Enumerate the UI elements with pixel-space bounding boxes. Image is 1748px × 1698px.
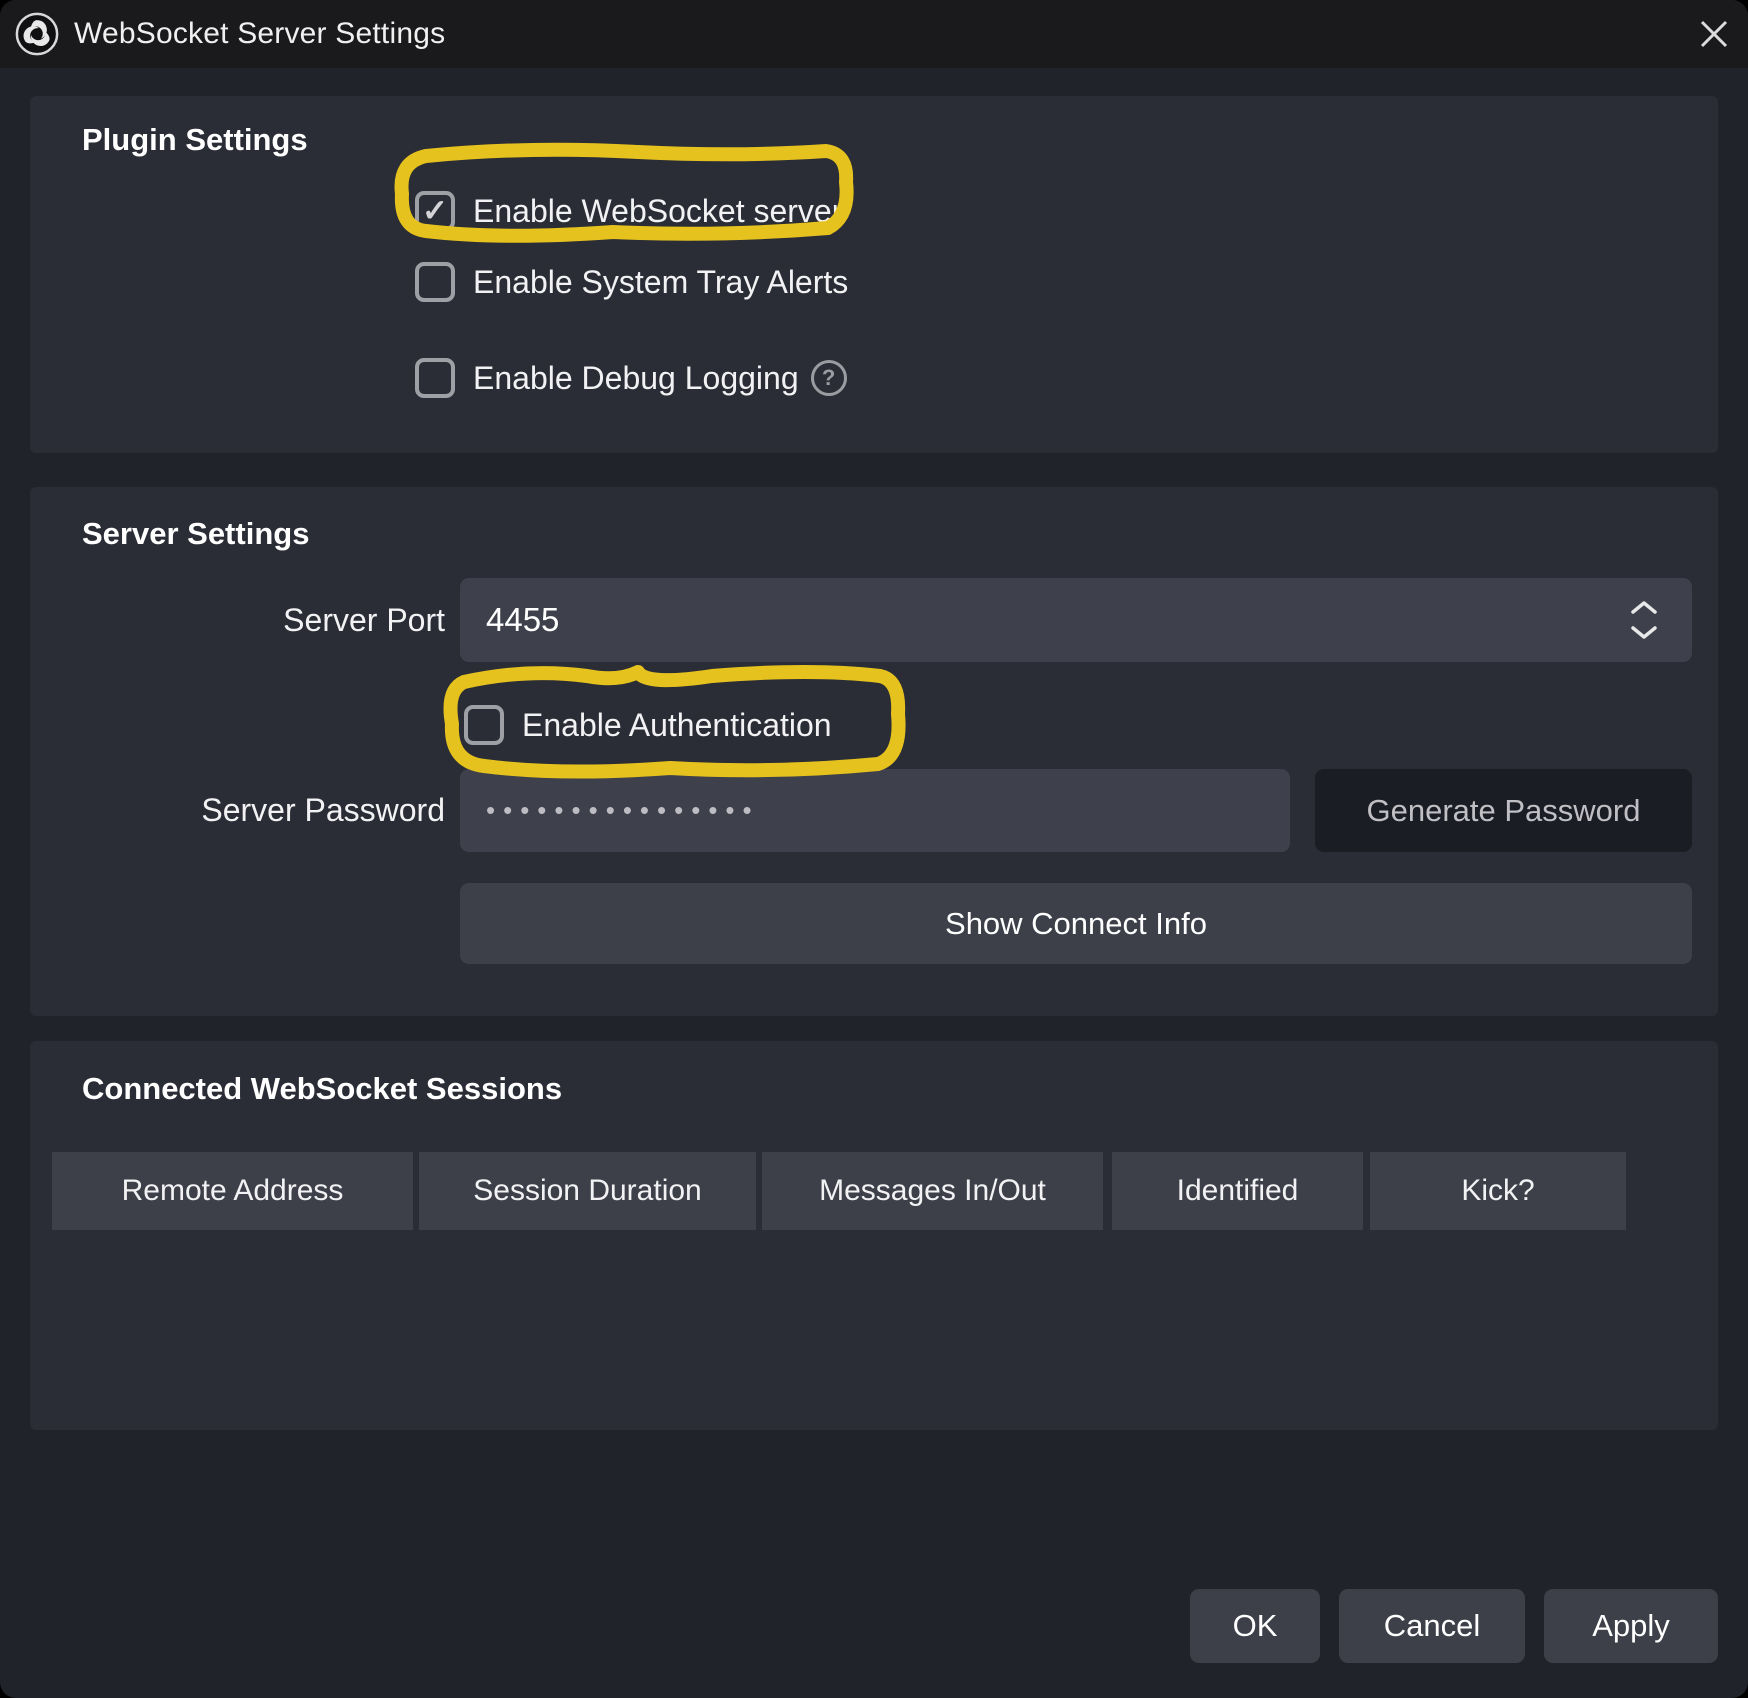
enable-system-tray-alerts-checkbox-row[interactable]: Enable System Tray Alerts <box>415 262 848 302</box>
column-header-messages-in-out[interactable]: Messages In/Out <box>762 1152 1103 1230</box>
enable-debug-logging-label: Enable Debug Logging <box>473 360 799 397</box>
server-port-spinbox[interactable]: 4455 <box>460 578 1692 662</box>
enable-authentication-label: Enable Authentication <box>522 707 832 744</box>
column-header-kick[interactable]: Kick? <box>1370 1152 1626 1230</box>
close-icon <box>1696 16 1732 52</box>
column-header-session-duration[interactable]: Session Duration <box>419 1152 756 1230</box>
enable-system-tray-alerts-label: Enable System Tray Alerts <box>473 264 848 301</box>
server-settings-title: Server Settings <box>82 516 309 552</box>
checkbox-checked[interactable]: ✓ <box>415 191 455 231</box>
help-icon[interactable]: ? <box>811 360 847 396</box>
password-masked-value: •••••••••••••••• <box>460 795 760 826</box>
obs-logo-icon <box>14 11 60 57</box>
checkbox-unchecked[interactable] <box>415 262 455 302</box>
sessions-title: Connected WebSocket Sessions <box>82 1071 562 1107</box>
show-connect-info-button[interactable]: Show Connect Info <box>460 883 1692 964</box>
server-password-input[interactable]: •••••••••••••••• <box>460 769 1290 852</box>
checkbox-unchecked[interactable] <box>464 705 504 745</box>
check-icon: ✓ <box>422 195 448 226</box>
ok-button[interactable]: OK <box>1190 1589 1320 1663</box>
port-spin-controls <box>1622 578 1666 662</box>
chevron-up-icon[interactable] <box>1630 600 1658 615</box>
column-header-remote-address[interactable]: Remote Address <box>52 1152 413 1230</box>
plugin-settings-title: Plugin Settings <box>82 122 308 158</box>
help-glyph: ? <box>822 365 835 391</box>
generate-password-button[interactable]: Generate Password <box>1315 769 1692 852</box>
column-header-identified[interactable]: Identified <box>1112 1152 1363 1230</box>
sessions-table-body-empty <box>52 1242 1626 1407</box>
plugin-settings-group: Plugin Settings <box>30 96 1718 453</box>
close-button[interactable] <box>1688 8 1740 60</box>
window-title: WebSocket Server Settings <box>74 0 445 68</box>
apply-button[interactable]: Apply <box>1544 1589 1718 1663</box>
enable-debug-logging-checkbox-row[interactable]: Enable Debug Logging ? <box>415 358 847 398</box>
server-port-label: Server Port <box>120 602 445 639</box>
checkbox-unchecked[interactable] <box>415 358 455 398</box>
screen: { "window": { "title": "WebSocket Server… <box>0 0 1748 1698</box>
websocket-settings-dialog: WebSocket Server Settings Plugin Setting… <box>0 0 1748 1698</box>
titlebar[interactable]: WebSocket Server Settings <box>0 0 1748 68</box>
enable-websocket-server-checkbox-row[interactable]: ✓ Enable WebSocket server <box>415 191 842 231</box>
server-port-value: 4455 <box>460 601 559 639</box>
enable-websocket-server-label: Enable WebSocket server <box>473 193 842 230</box>
enable-authentication-checkbox-row[interactable]: Enable Authentication <box>464 705 832 745</box>
chevron-down-icon[interactable] <box>1630 625 1658 640</box>
server-password-label: Server Password <box>120 792 445 829</box>
cancel-button[interactable]: Cancel <box>1339 1589 1525 1663</box>
